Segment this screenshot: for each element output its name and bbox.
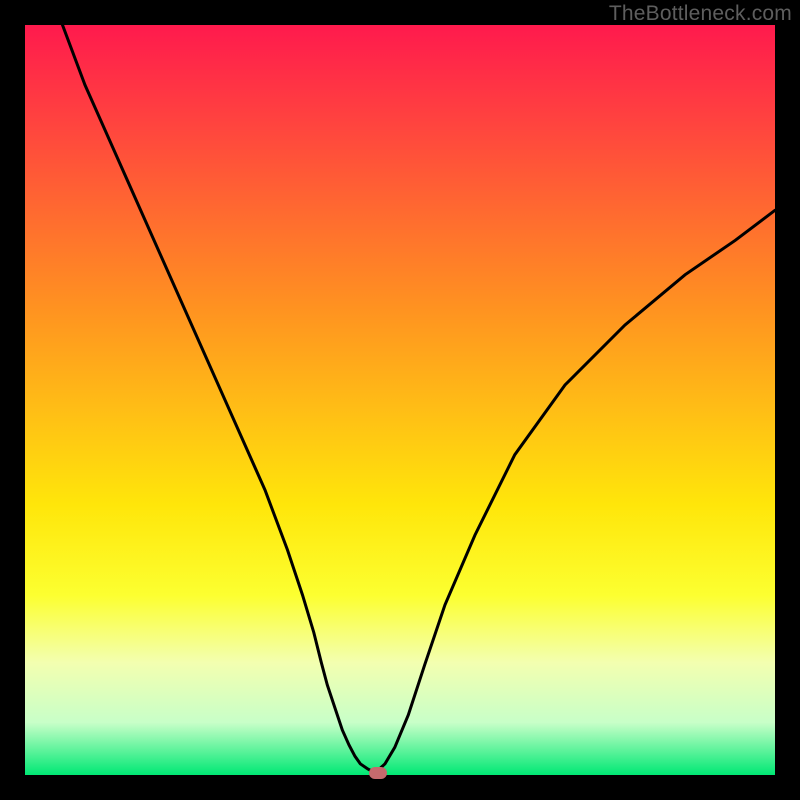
curve-right-branch [375,210,775,773]
chart-frame: TheBottleneck.com [0,0,800,800]
bottleneck-plot [25,25,775,775]
curve-layer [25,25,775,775]
minimum-marker [369,767,387,779]
watermark-text: TheBottleneck.com [609,2,792,26]
curve-left-branch [63,25,376,773]
